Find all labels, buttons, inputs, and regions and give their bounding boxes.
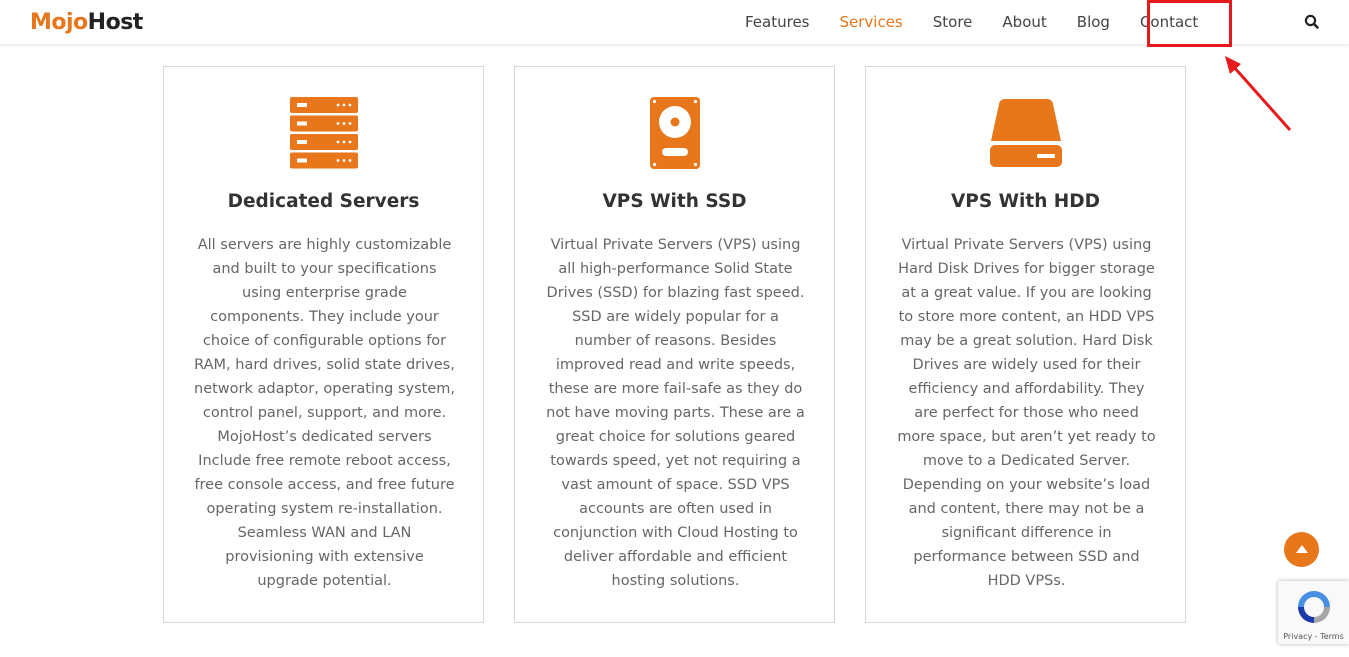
card-description: Virtual Private Servers (VPS) using Hard…	[897, 237, 1156, 589]
scroll-to-top-button[interactable]	[1284, 532, 1319, 567]
search-icon[interactable]	[1303, 13, 1321, 31]
card-vps-hdd: VPS With HDD Virtual Private Servers (VP…	[865, 66, 1186, 623]
main-nav: Features Services Store About Blog Conta…	[745, 0, 1228, 44]
hard-disk-icon	[515, 97, 834, 169]
card-dedicated-servers: Dedicated Servers All servers are highly…	[163, 66, 484, 623]
card-description: Virtual Private Servers (VPS) using all …	[546, 237, 805, 589]
nav-features[interactable]: Features	[745, 13, 810, 31]
card-title: VPS With SSD	[602, 191, 747, 212]
nav-store[interactable]: Store	[933, 13, 973, 31]
nav-about[interactable]: About	[1002, 13, 1046, 31]
nav-services[interactable]: Services	[840, 13, 903, 31]
recaptcha-links[interactable]: Privacy - Terms	[1278, 632, 1349, 641]
server-rack-icon	[164, 97, 483, 169]
card-title: Dedicated Servers	[227, 191, 420, 212]
nav-blog[interactable]: Blog	[1077, 13, 1110, 31]
hdd-drive-icon	[866, 97, 1185, 169]
recaptcha-icon	[1298, 591, 1330, 623]
recaptcha-badge[interactable]: Privacy - Terms	[1278, 581, 1349, 644]
caret-up-icon	[1295, 545, 1308, 553]
annotation-arrow	[1225, 56, 1292, 131]
card-vps-ssd: VPS With SSD Virtual Private Servers (VP…	[514, 66, 835, 623]
top-navbar: Mojo Host Features Services Store About B…	[0, 0, 1349, 44]
logo-host: Host	[87, 9, 144, 35]
nav-contact[interactable]: Contact	[1140, 13, 1198, 31]
card-description: All servers are highly customizable and …	[194, 237, 455, 589]
card-title: VPS With HDD	[950, 191, 1101, 212]
mojohost-logo[interactable]: Mojo Host	[30, 7, 143, 37]
logo-mojo: Mojo	[30, 9, 88, 35]
